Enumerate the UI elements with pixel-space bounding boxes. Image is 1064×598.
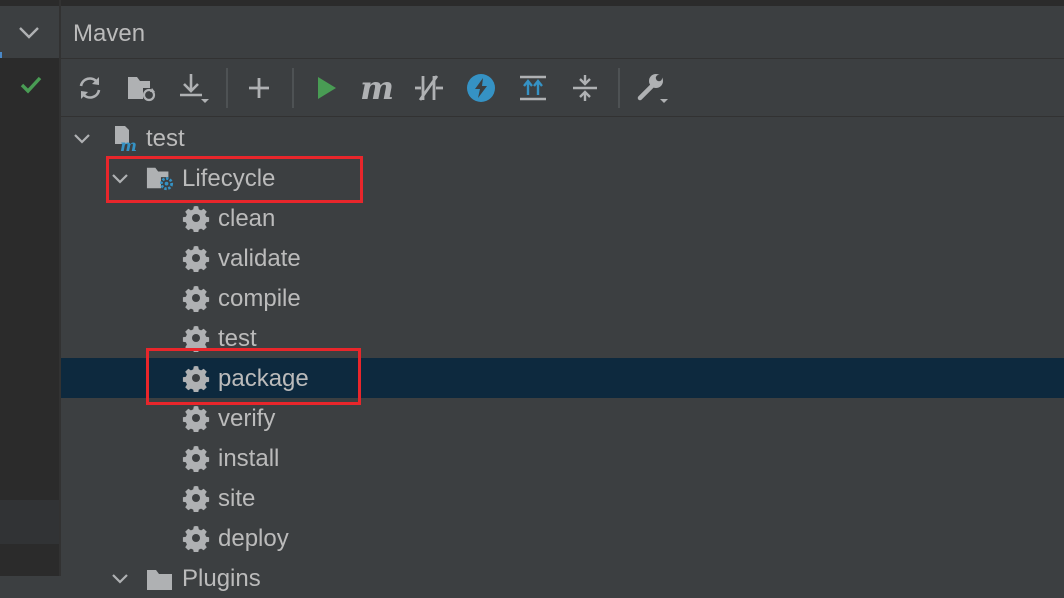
goal-label: deploy bbox=[218, 525, 289, 552]
maven-projects-tree: m test Lifecycle clean validate compile tes… bbox=[61, 118, 1064, 592]
wrench-icon bbox=[637, 74, 668, 103]
goal-label: package bbox=[218, 365, 309, 392]
expand-all-icon bbox=[520, 75, 546, 101]
goal-label: validate bbox=[218, 245, 301, 272]
chevron-down-icon[interactable] bbox=[109, 168, 131, 190]
run-maven-build-button[interactable] bbox=[306, 68, 346, 108]
lifecycle-goal-verify[interactable]: verify bbox=[61, 398, 1064, 438]
goal-label: install bbox=[218, 445, 280, 472]
add-maven-project-button[interactable] bbox=[239, 68, 279, 108]
gear-icon bbox=[182, 366, 210, 392]
collapse-panel-button[interactable] bbox=[0, 6, 59, 58]
offline-icon bbox=[415, 75, 443, 101]
goal-label: verify bbox=[218, 405, 276, 432]
collapse-all-icon bbox=[573, 75, 597, 101]
header-separator bbox=[61, 58, 1064, 59]
chevron-down-icon[interactable] bbox=[109, 568, 131, 590]
lifecycle-label: Lifecycle bbox=[182, 165, 276, 192]
maven-toolbar: m bbox=[61, 60, 1064, 116]
lifecycle-goal-install[interactable]: install bbox=[61, 438, 1064, 478]
gear-icon bbox=[182, 406, 210, 432]
focus-indicator bbox=[0, 52, 2, 58]
project-label: test bbox=[146, 125, 185, 152]
refresh-icon bbox=[79, 77, 101, 99]
tree-node-project[interactable]: m test bbox=[61, 118, 1064, 158]
download-icon bbox=[180, 74, 209, 103]
generate-sources-button[interactable] bbox=[122, 68, 162, 108]
lifecycle-goal-compile[interactable]: compile bbox=[61, 278, 1064, 318]
lifecycle-goal-validate[interactable]: validate bbox=[61, 238, 1064, 278]
checkmark-icon bbox=[20, 76, 42, 94]
folder-refresh-icon bbox=[128, 77, 156, 102]
chevron-down-icon[interactable] bbox=[71, 128, 93, 150]
lifecycle-goal-site[interactable]: site bbox=[61, 478, 1064, 518]
svg-text:m: m bbox=[120, 136, 137, 152]
tree-node-plugins[interactable]: Plugins bbox=[61, 558, 1064, 598]
run-icon bbox=[318, 77, 336, 99]
lightning-icon bbox=[467, 74, 495, 102]
reload-all-maven-projects-button[interactable] bbox=[70, 68, 110, 108]
collapse-all-button[interactable] bbox=[565, 68, 605, 108]
gear-icon bbox=[182, 246, 210, 272]
toolbar-separator bbox=[292, 68, 294, 108]
plus-icon bbox=[249, 78, 269, 98]
lifecycle-folder-icon bbox=[146, 167, 174, 191]
gear-icon bbox=[182, 286, 210, 312]
lifecycle-goal-deploy[interactable]: deploy bbox=[61, 518, 1064, 558]
left-strip-band bbox=[0, 500, 59, 544]
goal-label: site bbox=[218, 485, 256, 512]
gear-icon bbox=[182, 526, 210, 552]
tool-window-header: Maven bbox=[61, 6, 1064, 58]
goal-label: test bbox=[218, 325, 257, 352]
goal-label: compile bbox=[218, 285, 301, 312]
lifecycle-goal-test[interactable]: test bbox=[61, 318, 1064, 358]
chevron-down-icon bbox=[19, 27, 39, 39]
download-sources-button[interactable] bbox=[174, 68, 214, 108]
plugins-label: Plugins bbox=[182, 565, 261, 592]
gear-icon bbox=[182, 326, 210, 352]
maven-settings-button[interactable] bbox=[632, 68, 672, 108]
execute-maven-goal-button[interactable]: m bbox=[357, 68, 397, 108]
maven-project-icon: m bbox=[115, 126, 137, 152]
tree-node-lifecycle[interactable]: Lifecycle bbox=[61, 158, 1064, 198]
maven-m-icon: m bbox=[360, 69, 394, 107]
toolbar-separator bbox=[226, 68, 228, 108]
skip-tests-button[interactable] bbox=[461, 68, 501, 108]
toolbar-separator bbox=[618, 68, 620, 108]
left-tool-strip bbox=[0, 0, 59, 576]
lifecycle-goal-package[interactable]: package bbox=[61, 358, 1064, 398]
toolbar-separator-line bbox=[61, 116, 1064, 117]
gear-icon bbox=[182, 486, 210, 512]
folder-icon bbox=[147, 570, 172, 590]
goal-label: clean bbox=[218, 205, 276, 232]
tool-window-title: Maven bbox=[73, 20, 146, 47]
lifecycle-goal-clean[interactable]: clean bbox=[61, 198, 1064, 238]
toggle-offline-mode-button[interactable] bbox=[409, 68, 449, 108]
gear-icon bbox=[182, 206, 210, 232]
show-dependencies-button[interactable] bbox=[513, 68, 553, 108]
gear-icon bbox=[182, 446, 210, 472]
